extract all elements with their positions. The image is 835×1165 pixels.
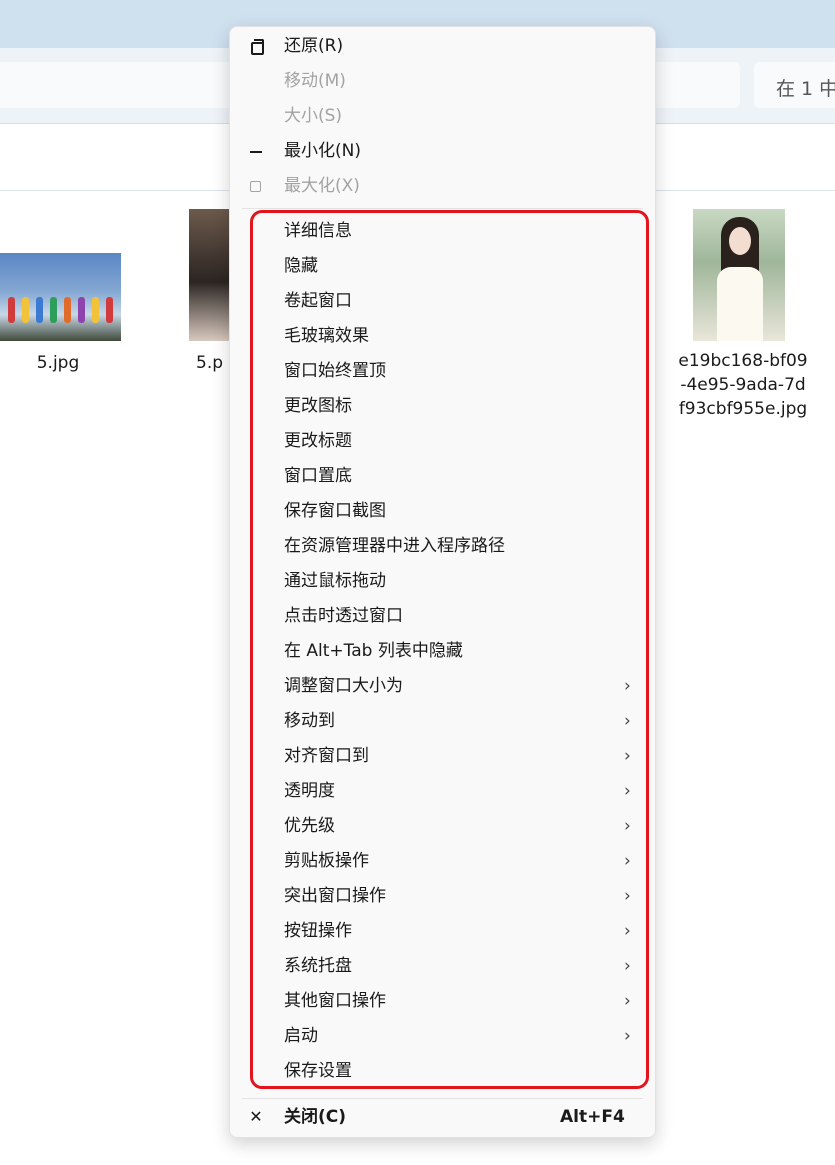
menu-item-label: 窗口置底 [284, 466, 352, 486]
menu-item-label: 在资源管理器中进入程序路径 [284, 536, 505, 556]
menu-item[interactable]: 窗口置底 [230, 459, 655, 494]
search-placeholder: 在 1 中 [776, 78, 835, 100]
menu-item[interactable]: 系统托盘 › [230, 949, 655, 984]
menu-item-label: 按钮操作 [284, 921, 352, 941]
menu-item-label: 对齐窗口到 [284, 746, 369, 766]
chevron-right-icon: › [624, 816, 631, 836]
menu-item[interactable]: 隐藏 [230, 249, 655, 284]
file-name[interactable]: 5.p [196, 351, 230, 375]
menu-item-label: 关闭(C) [284, 1107, 347, 1127]
chevron-right-icon: › [624, 1026, 631, 1046]
chevron-right-icon: › [624, 886, 631, 906]
menu-item[interactable]: 在资源管理器中进入程序路径 [230, 529, 655, 564]
minimize-icon [250, 151, 262, 153]
chevron-right-icon: › [624, 676, 631, 696]
menu-item-restore[interactable]: 还原(R) [230, 29, 655, 64]
menu-item[interactable]: 保存设置 [230, 1054, 655, 1089]
menu-item-label: 隐藏 [284, 256, 318, 276]
menu-item[interactable]: 通过鼠标拖动 [230, 564, 655, 599]
menu-item[interactable]: 毛玻璃效果 [230, 319, 655, 354]
menu-item[interactable]: 优先级 › [230, 809, 655, 844]
menu-item-label: 毛玻璃效果 [284, 326, 369, 346]
menu-item-label: 启动 [284, 1026, 318, 1046]
chevron-right-icon: › [624, 956, 631, 976]
file-name-line: f93cbf955e.jpg [678, 399, 808, 419]
menu-item-label: 点击时透过窗口 [284, 606, 403, 626]
close-icon: ✕ [249, 1107, 263, 1126]
menu-item-label: 在 Alt+Tab 列表中隐藏 [284, 641, 463, 661]
menu-item[interactable]: 移动到 › [230, 704, 655, 739]
menu-item-maximize[interactable]: 最大化(X) [230, 169, 655, 204]
file-thumbnail-5-jpg[interactable] [0, 253, 121, 341]
chevron-right-icon: › [624, 711, 631, 731]
menu-item[interactable]: 对齐窗口到 › [230, 739, 655, 774]
menu-item-label: 还原(R) [284, 36, 344, 56]
window-context-menu: 还原(R) 移动(M) 大小(S) 最小化(N) 最大化(X) 详细信息隐藏卷起… [229, 26, 656, 1138]
chevron-right-icon: › [624, 921, 631, 941]
menu-item[interactable]: 剪贴板操作 › [230, 844, 655, 879]
menu-item[interactable]: 卷起窗口 [230, 284, 655, 319]
menu-item-label: 最大化(X) [284, 176, 360, 196]
menu-item[interactable]: 突出窗口操作 › [230, 879, 655, 914]
search-input[interactable]: 在 1 中 [754, 62, 835, 108]
menu-item-label: 详细信息 [284, 221, 352, 241]
menu-item[interactable]: 点击时透过窗口 [230, 599, 655, 634]
menu-item-minimize[interactable]: 最小化(N) [230, 134, 655, 169]
menu-item-label: 移动到 [284, 711, 335, 731]
menu-item-label: 窗口始终置顶 [284, 361, 386, 381]
menu-item[interactable]: 按钮操作 › [230, 914, 655, 949]
file-name-line: -4e95-9ada-7d [680, 375, 806, 395]
menu-item-label: 最小化(N) [284, 141, 361, 161]
menu-item[interactable]: 其他窗口操作 › [230, 984, 655, 1019]
accelerator-label: Alt+F4 [560, 1107, 625, 1127]
menu-item-label: 卷起窗口 [284, 291, 352, 311]
file-thumbnail-5-p[interactable] [189, 209, 229, 341]
menu-item-label: 保存窗口截图 [284, 501, 386, 521]
menu-item-label: 优先级 [284, 816, 335, 836]
chevron-right-icon: › [624, 746, 631, 766]
menu-separator [242, 208, 643, 209]
menu-item[interactable]: 详细信息 [230, 214, 655, 249]
menu-item[interactable]: 更改标题 [230, 424, 655, 459]
file-thumbnail-e19bc168[interactable] [693, 209, 785, 341]
menu-item-label: 大小(S) [284, 106, 343, 126]
menu-item-move[interactable]: 移动(M) [230, 64, 655, 99]
menu-item-label: 保存设置 [284, 1061, 352, 1081]
menu-item[interactable]: 启动 › [230, 1019, 655, 1054]
menu-item-label: 其他窗口操作 [284, 991, 386, 1011]
menu-item-label: 更改图标 [284, 396, 352, 416]
restore-icon [251, 39, 264, 55]
file-name[interactable]: e19bc168-bf09 -4e95-9ada-7d f93cbf955e.j… [668, 349, 818, 421]
chevron-right-icon: › [624, 851, 631, 871]
menu-item[interactable]: 在 Alt+Tab 列表中隐藏 [230, 634, 655, 669]
menu-item-label: 系统托盘 [284, 956, 352, 976]
menu-separator [242, 1098, 643, 1099]
menu-item[interactable]: 更改图标 [230, 389, 655, 424]
menu-item-size[interactable]: 大小(S) [230, 99, 655, 134]
menu-item[interactable]: 透明度 › [230, 774, 655, 809]
menu-item-label: 透明度 [284, 781, 335, 801]
menu-item[interactable]: 调整窗口大小为 › [230, 669, 655, 704]
menu-item-label: 更改标题 [284, 431, 352, 451]
maximize-icon [250, 181, 261, 192]
menu-item-label: 通过鼠标拖动 [284, 571, 386, 591]
chevron-right-icon: › [624, 781, 631, 801]
menu-item[interactable]: 窗口始终置顶 [230, 354, 655, 389]
file-name-line: e19bc168-bf09 [678, 351, 808, 371]
menu-item-label: 突出窗口操作 [284, 886, 386, 906]
file-name[interactable]: 5.jpg [0, 351, 116, 375]
menu-item-close[interactable]: ✕ 关闭(C) Alt+F4 [230, 1100, 655, 1135]
menu-item-label: 移动(M) [284, 71, 346, 91]
menu-item-label: 调整窗口大小为 [284, 676, 403, 696]
menu-item-label: 剪贴板操作 [284, 851, 369, 871]
chevron-right-icon: › [624, 991, 631, 1011]
menu-item[interactable]: 保存窗口截图 [230, 494, 655, 529]
